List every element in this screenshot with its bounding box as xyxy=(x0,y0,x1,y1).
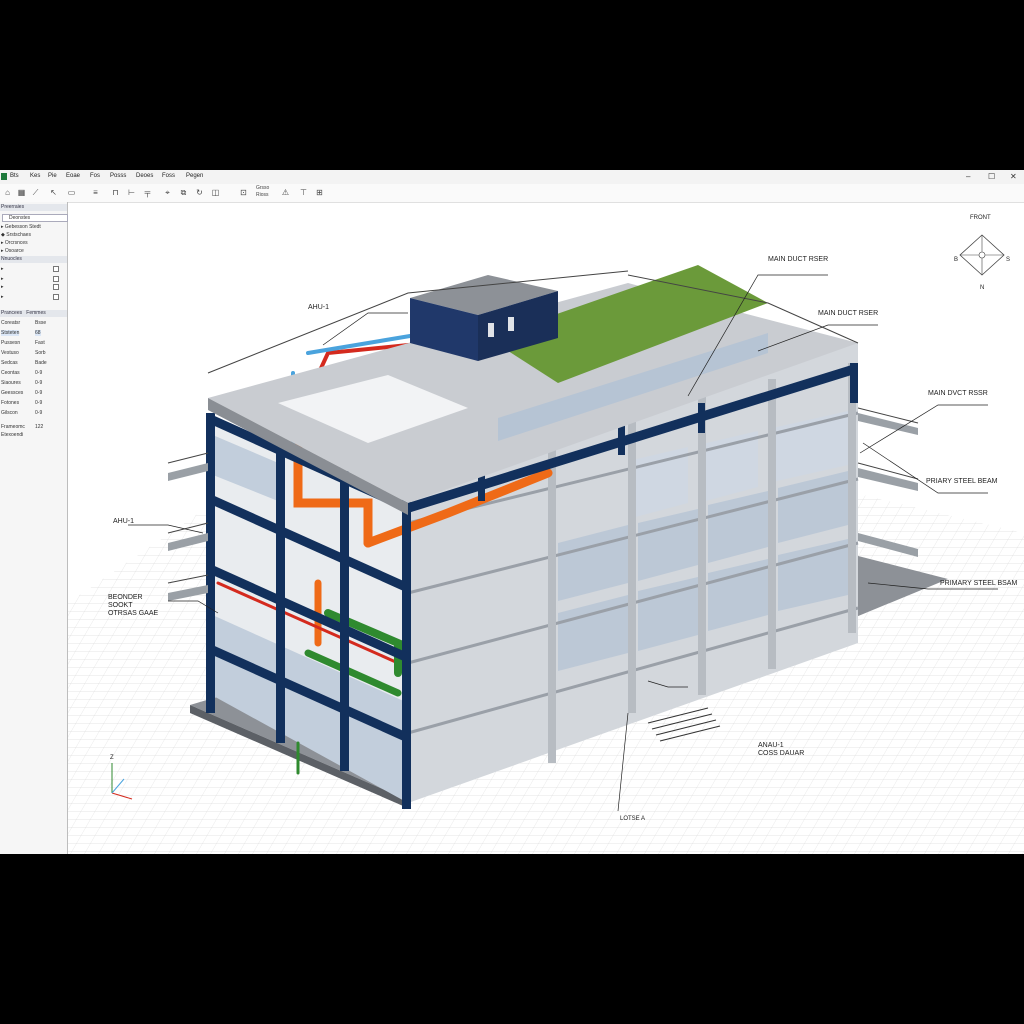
copy-icon[interactable]: ⧉ xyxy=(178,187,189,198)
layers-icon[interactable]: ≡ xyxy=(90,187,101,198)
menu-item[interactable]: Deoes xyxy=(136,173,153,179)
grid-icon[interactable]: ▦ xyxy=(16,187,27,198)
property-label: Geessces xyxy=(1,390,24,396)
annotation-label: OTRSAS GAAE xyxy=(108,610,159,617)
model-canvas[interactable]: MAIN DUCT RSER MAIN DUCT RSER MAIN DVCT … xyxy=(68,203,1024,854)
toolbar-label[interactable]: Grsso xyxy=(256,185,269,191)
list-item[interactable]: ▸ xyxy=(1,284,4,290)
panel-search-field[interactable]: Deonstes xyxy=(2,214,68,222)
camera-icon[interactable]: ⊡ xyxy=(238,187,249,198)
footer-label: Frameomc xyxy=(1,424,25,430)
property-label: Pussesn xyxy=(1,340,21,346)
menu-item[interactable]: Pegen xyxy=(186,173,203,179)
view-cube-label: B xyxy=(954,257,958,263)
property-label: Siaoures xyxy=(1,380,21,386)
list-item[interactable]: ▸ xyxy=(1,276,4,282)
menu-item[interactable]: Fos xyxy=(90,173,100,179)
property-label: Vestuso xyxy=(1,350,19,356)
property-value[interactable]: 0-9 xyxy=(35,370,42,376)
property-value[interactable]: Fast xyxy=(35,340,45,346)
property-label: Coreatsr xyxy=(1,320,21,326)
annotation-label: ANAU-1 xyxy=(758,742,784,749)
menu-bar: Bts Kes Pie Eoae Fos Posss Deoes Foss Pe… xyxy=(0,170,1024,185)
select-icon[interactable]: ↖ xyxy=(48,187,59,198)
tree-item[interactable]: ▸ Orcrsnces xyxy=(1,240,28,246)
maximize-button[interactable]: ☐ xyxy=(988,172,995,181)
measure-icon[interactable]: ⟋ xyxy=(30,187,41,198)
menu-item[interactable]: Foss xyxy=(162,173,175,179)
footer-value: 122 xyxy=(35,424,44,430)
panel-search-value: Deonstes xyxy=(9,215,31,221)
tree-item[interactable]: ▸ Gebesson Stedt xyxy=(1,224,41,230)
property-label: Ststeten xyxy=(1,330,20,336)
annotation-label: AHU-1 xyxy=(308,304,329,311)
zoom-icon[interactable]: ⊞ xyxy=(314,187,325,198)
annotation-label: MAIN DUCT RSER xyxy=(818,310,878,317)
menu-item[interactable]: Posss xyxy=(110,173,126,179)
menu-item[interactable]: Pie xyxy=(48,173,57,179)
close-button[interactable]: ✕ xyxy=(1010,172,1017,181)
view-cube[interactable]: FRONT B S N xyxy=(954,215,1010,291)
annotation-label: MAIN DUCT RSER xyxy=(768,256,828,263)
panel-header: Nnuocles xyxy=(0,256,67,263)
property-value[interactable]: 0-9 xyxy=(35,400,42,406)
duct-icon[interactable]: ⊓ xyxy=(110,187,121,198)
menu-item[interactable]: Eoae xyxy=(66,173,80,179)
section-icon[interactable]: ⌖ xyxy=(162,187,173,198)
pipe-icon[interactable]: ⊢ xyxy=(126,187,137,198)
property-label: Ceontas xyxy=(1,370,20,376)
visibility-checkbox[interactable] xyxy=(53,294,59,300)
view-icon[interactable]: ◫ xyxy=(210,187,221,198)
annotation-label: AHU-1 xyxy=(113,518,134,525)
annotation-label: COSS DAUAR xyxy=(758,750,804,757)
annotation-label: PRIMARY STEEL BSAM xyxy=(940,580,1017,587)
visibility-checkbox[interactable] xyxy=(53,276,59,282)
menu-item[interactable]: Kes xyxy=(30,173,40,179)
annotation-label: PRIARY STEEL BEAM xyxy=(926,478,998,485)
app-logo-icon xyxy=(1,173,7,180)
annotation-label: BEONDER xyxy=(108,594,143,601)
annotation-label: MAIN DVCT RSSR xyxy=(928,390,988,397)
tree-item[interactable]: ◆ Srstschaes xyxy=(1,232,31,238)
property-value[interactable]: Bade xyxy=(35,360,47,366)
box-icon[interactable]: ▭ xyxy=(66,187,77,198)
annotation-label: SOOKT xyxy=(108,602,133,609)
filter-icon[interactable]: ⊤ xyxy=(298,187,309,198)
property-value[interactable]: Bsse xyxy=(35,320,46,326)
project-browser-panel: Preerraies Deonstes ▸ Gebesson Stedt ◆ S… xyxy=(0,202,68,854)
axis-z-label: Z xyxy=(110,755,114,761)
visibility-checkbox[interactable] xyxy=(53,266,59,272)
property-label: Fotones xyxy=(1,400,20,406)
home-icon[interactable]: ⌂ xyxy=(2,187,13,198)
minimize-button[interactable]: – xyxy=(966,172,970,181)
3d-model-viewport[interactable]: MAIN DUCT RSER MAIN DUCT RSER MAIN DVCT … xyxy=(68,203,1024,854)
view-cube-label: N xyxy=(980,285,984,291)
property-value[interactable]: 68 xyxy=(35,330,41,336)
property-value[interactable]: 0-9 xyxy=(35,390,42,396)
clash-icon[interactable]: ⚠ xyxy=(280,187,291,198)
property-value[interactable]: 0-9 xyxy=(35,380,42,386)
rotate-icon[interactable]: ↻ xyxy=(194,187,205,198)
property-value[interactable]: 0-9 xyxy=(35,410,42,416)
properties-header: Prancees Femmes xyxy=(0,310,67,317)
property-label: Gilscon xyxy=(1,410,18,416)
view-cube-label: S xyxy=(1006,257,1010,263)
view-cube-label: FRONT xyxy=(970,215,991,221)
beam-icon[interactable]: ╤ xyxy=(142,187,153,198)
toolbar: ⌂ ▦ ⟋ ↖ ▭ ≡ ⊓ ⊢ ╤ ⌖ ⧉ ↻ ◫ ⊡ Grsso Rioss … xyxy=(0,184,1024,203)
visibility-checkbox[interactable] xyxy=(53,284,59,290)
list-item[interactable]: ▸ xyxy=(1,266,4,272)
list-item[interactable]: ▸ xyxy=(1,294,4,300)
menu-item[interactable]: Bts xyxy=(10,173,19,179)
panel-header: Preerraies xyxy=(0,204,67,211)
footer-label: Etexoendi xyxy=(1,432,24,438)
tree-item[interactable]: ▸ Osoarce xyxy=(1,248,24,254)
application-window: Bts Kes Pie Eoae Fos Posss Deoes Foss Pe… xyxy=(0,170,1024,854)
property-value[interactable]: Sorb xyxy=(35,350,46,356)
property-label: Sedcas xyxy=(1,360,18,366)
annotation-label: LOTSE A xyxy=(620,816,645,822)
toolbar-label[interactable]: Rioss xyxy=(256,192,269,198)
